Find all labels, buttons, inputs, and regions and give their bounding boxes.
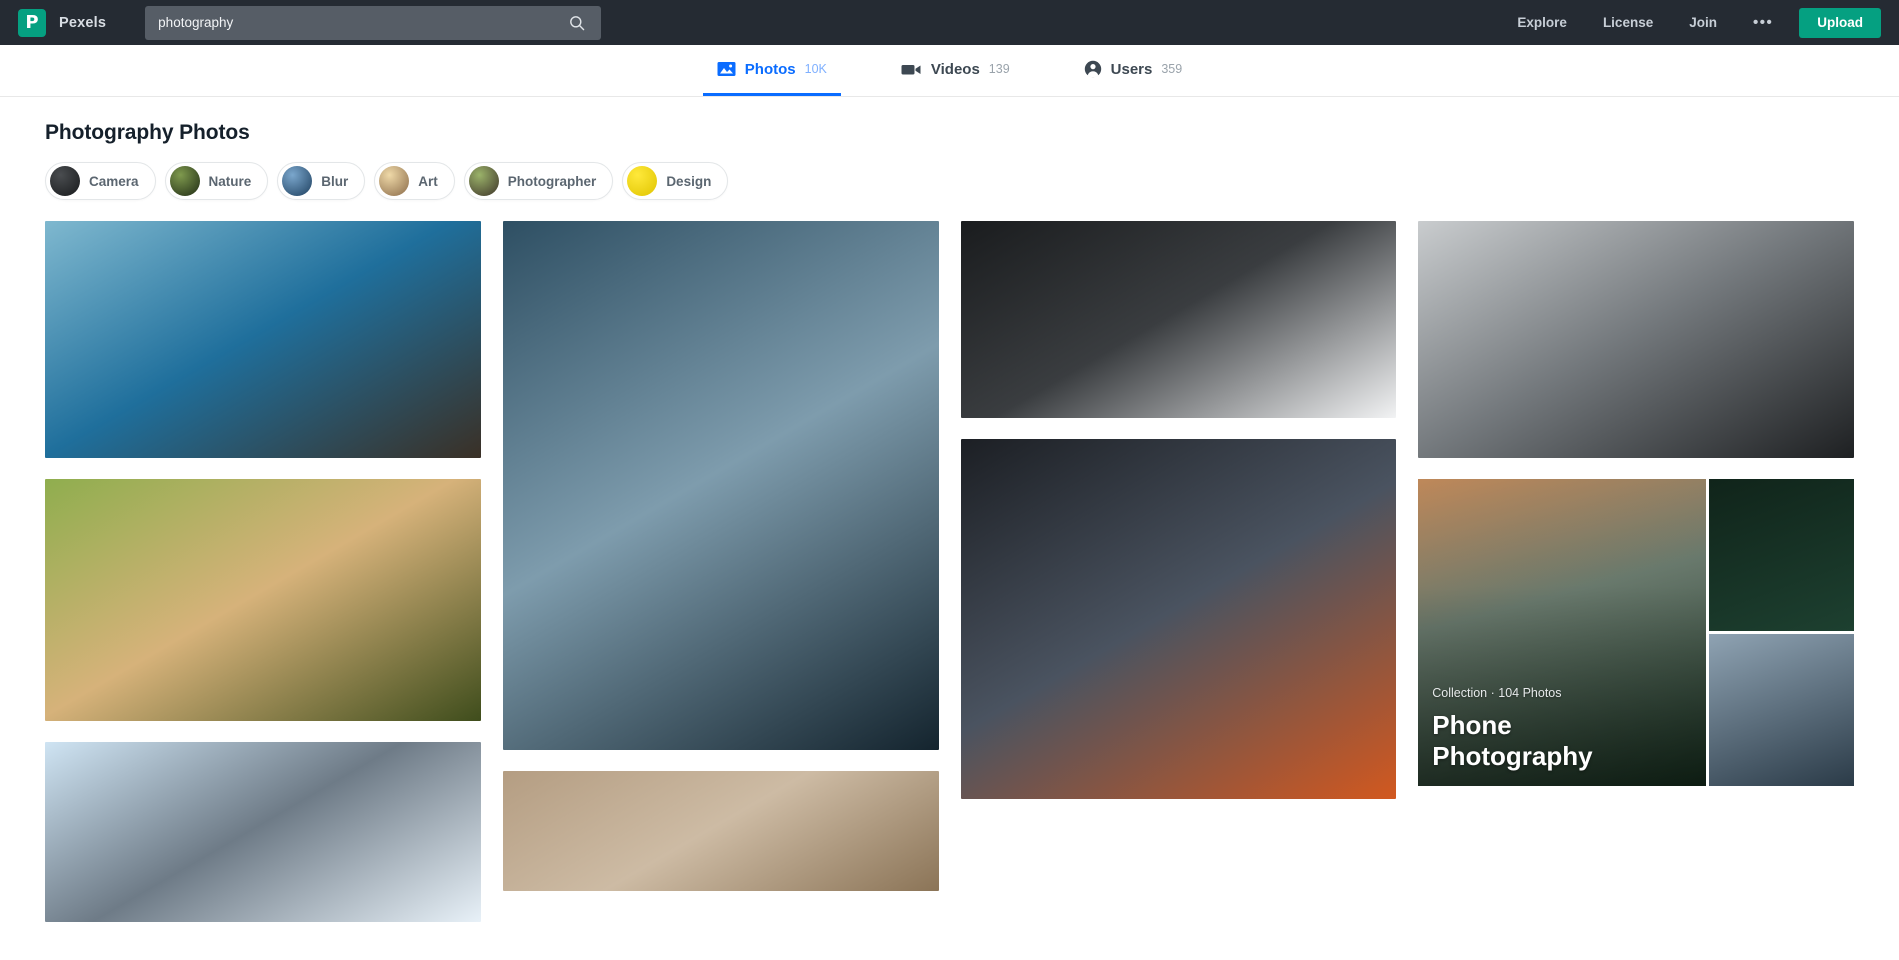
collection-meta: Collection · 104 Photos xyxy=(1432,685,1562,700)
tag-pill-thumbnail xyxy=(468,166,499,196)
main-content: Photography Photos Camera Nature Blur Art Ph… xyxy=(0,97,1899,959)
search-result-tabs: Photos 10K Videos 139 Users 359 xyxy=(0,45,1899,97)
more-menu-icon[interactable]: ••• xyxy=(1735,0,1791,45)
upload-button[interactable]: Upload xyxy=(1799,7,1881,38)
tag-pill-label: Camera xyxy=(89,173,139,189)
brand-name: Pexels xyxy=(59,14,107,31)
nav-link-explore[interactable]: Explore xyxy=(1499,0,1585,45)
collection-thumbnail[interactable] xyxy=(1708,479,1854,631)
search-bar[interactable] xyxy=(145,5,602,40)
search-input[interactable] xyxy=(158,15,567,30)
collection-card[interactable]: Collection · 104 Photos Phone Photography xyxy=(1418,479,1854,786)
tag-pill-photographer[interactable]: Photographer xyxy=(463,162,614,200)
logo-letter: P xyxy=(25,11,39,33)
photo-column-4: Collection · 104 Photos Phone Photography xyxy=(1418,221,1854,922)
brand[interactable]: P Pexels xyxy=(18,8,107,37)
tag-pill-label: Nature xyxy=(208,173,252,189)
tab-photos[interactable]: Photos 10K xyxy=(702,45,841,96)
tag-pill-label: Art xyxy=(418,173,438,189)
tab-videos[interactable]: Videos 139 xyxy=(887,45,1024,96)
tag-pill-camera[interactable]: Camera xyxy=(45,162,156,200)
related-tag-pills: Camera Nature Blur Art Photographer Design xyxy=(45,162,1854,200)
nav-link-license[interactable]: License xyxy=(1585,0,1671,45)
photo-card[interactable] xyxy=(45,479,481,721)
photo-card[interactable] xyxy=(1418,221,1854,458)
page-title: Photography Photos xyxy=(45,121,250,144)
tag-pill-thumbnail xyxy=(379,166,410,196)
app-header: P Pexels Explore License Join ••• Upload xyxy=(0,0,1899,45)
image-icon xyxy=(717,61,736,77)
tag-pill-label: Blur xyxy=(321,173,349,189)
search-icon xyxy=(570,15,585,30)
tab-photos-label: Photos xyxy=(744,60,796,78)
collection-title: Phone Photography xyxy=(1432,709,1593,771)
tag-pill-thumbnail xyxy=(282,166,313,196)
collection-thumbnails xyxy=(1708,479,1854,786)
tag-pill-label: Photographer xyxy=(507,173,597,189)
tag-pill-art[interactable]: Art xyxy=(374,162,455,200)
tag-pill-thumbnail xyxy=(627,166,658,196)
tab-users-label: Users xyxy=(1110,60,1153,78)
photo-column-1 xyxy=(45,221,481,922)
photo-card[interactable] xyxy=(45,742,481,922)
tag-pill-thumbnail xyxy=(169,166,200,196)
tab-videos-count: 139 xyxy=(988,62,1010,76)
tab-videos-label: Videos xyxy=(930,60,980,78)
tag-pill-thumbnail xyxy=(50,166,80,196)
photo-card[interactable] xyxy=(45,221,481,458)
video-camera-icon xyxy=(901,62,922,77)
user-icon xyxy=(1084,60,1102,78)
tag-pill-design[interactable]: Design xyxy=(622,162,729,200)
collection-thumbnail[interactable] xyxy=(1708,634,1854,786)
nav-link-join[interactable]: Join xyxy=(1671,0,1735,45)
tag-pill-nature[interactable]: Nature xyxy=(164,162,269,200)
photo-column-2 xyxy=(502,221,939,922)
photo-column-3 xyxy=(960,221,1397,922)
collection-overlay: Collection · 104 Photos Phone Photography xyxy=(1418,479,1706,786)
header-nav: Explore License Join ••• Upload xyxy=(1499,0,1881,45)
tab-users-count: 359 xyxy=(1161,62,1183,76)
tag-pill-blur[interactable]: Blur xyxy=(277,162,366,200)
search-submit-button[interactable] xyxy=(566,12,588,34)
tab-photos-count: 10K xyxy=(804,62,827,76)
photo-card[interactable] xyxy=(502,771,939,891)
tag-pill-label: Design xyxy=(666,173,712,189)
photo-card[interactable] xyxy=(960,221,1397,418)
pexels-p-logo-icon[interactable]: P xyxy=(18,8,46,37)
collection-cover-image: Collection · 104 Photos Phone Photography xyxy=(1418,479,1706,786)
photo-card[interactable] xyxy=(960,439,1397,799)
photo-grid: Collection · 104 Photos Phone Photography xyxy=(45,221,1854,922)
tab-users[interactable]: Users 359 xyxy=(1070,45,1197,96)
photo-card[interactable] xyxy=(502,221,939,750)
